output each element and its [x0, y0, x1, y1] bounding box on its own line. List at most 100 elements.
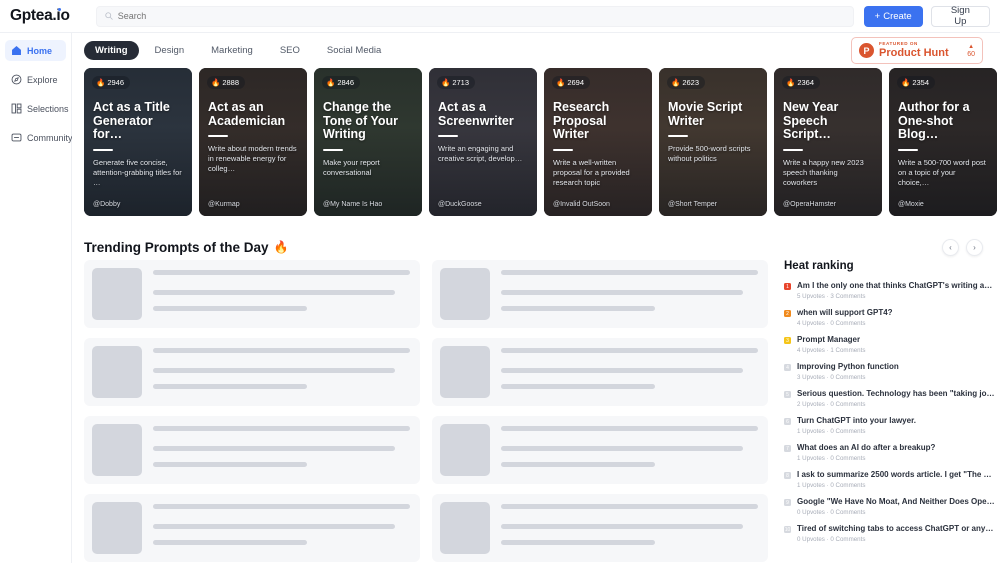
card-author[interactable]: @Dobby — [93, 201, 120, 208]
prompt-card[interactable]: 🔥2888Act as an AcademicianWrite about mo… — [199, 68, 307, 216]
hot-count: 2946 — [107, 78, 124, 87]
heat-item-title: Turn ChatGPT into your lawyer. — [797, 416, 916, 426]
card-author[interactable]: @Moxie — [898, 201, 924, 208]
card-description: Make your report conversational — [323, 158, 413, 178]
skeleton-lines — [501, 268, 758, 311]
heat-ranking-item[interactable]: 4Improving Python function3 Upvotes · 0 … — [784, 362, 995, 381]
heat-item-meta: 1 Upvotes · 0 Comments — [797, 428, 916, 435]
create-button[interactable]: + Create — [864, 6, 923, 27]
card-title: New Year Speech Script… — [783, 101, 873, 142]
heat-ranking-item[interactable]: 1Am I the only one that thinks ChatGPT's… — [784, 281, 995, 300]
skeleton-thumbnail — [92, 268, 142, 320]
heat-ranking-item[interactable]: 2when will support GPT4?4 Upvotes · 0 Co… — [784, 308, 995, 327]
tab-writing[interactable]: Writing — [84, 41, 139, 60]
hot-count-badge: 🔥2888 — [207, 76, 245, 89]
skeleton-lines — [501, 346, 758, 389]
tab-social-media[interactable]: Social Media — [316, 41, 392, 60]
heat-item-text: Tired of switching tabs to access ChatGP… — [797, 524, 995, 543]
brand-logo[interactable]: Gptea.io — [10, 7, 83, 25]
product-hunt-icon: P — [859, 43, 874, 58]
hot-count: 2694 — [567, 78, 584, 87]
heat-item-text: Improving Python function3 Upvotes · 0 C… — [797, 362, 899, 381]
heat-ranking-item[interactable]: 8I ask to summarize 2500 words article. … — [784, 470, 995, 489]
skeleton-thumbnail — [92, 346, 142, 398]
search-bar[interactable] — [96, 6, 854, 27]
hot-count: 2888 — [222, 78, 239, 87]
heat-item-title: when will support GPT4? — [797, 308, 893, 318]
heat-ranking-item[interactable]: 6Turn ChatGPT into your lawyer.1 Upvotes… — [784, 416, 995, 435]
skeleton-thumbnail — [92, 502, 142, 554]
product-hunt-name: Product Hunt — [879, 48, 949, 59]
skeleton-lines — [153, 424, 410, 467]
prompt-card[interactable]: 🔥2354Author for a One-shot Blog…Write a … — [889, 68, 997, 216]
chevron-right-icon[interactable]: › — [966, 239, 983, 256]
fire-icon: 🔥 — [274, 240, 289, 254]
card-divider — [93, 149, 113, 151]
card-title: Movie Script Writer — [668, 101, 758, 128]
content-area: Heat ranking 1Am I the only one that thi… — [72, 260, 1000, 562]
signup-button[interactable]: Sign Up — [931, 6, 990, 27]
card-description: Write a well-written proposal for a prov… — [553, 158, 643, 188]
skeleton-line — [501, 384, 655, 389]
card-author[interactable]: @Short Temper — [668, 201, 717, 208]
card-author[interactable]: @Invalid OutSoon — [553, 201, 610, 208]
tab-seo[interactable]: SEO — [269, 41, 311, 60]
chevron-left-icon[interactable]: ‹ — [942, 239, 959, 256]
heat-item-title: I ask to summarize 2500 words article. I… — [797, 470, 995, 480]
sidebar-item-selections[interactable]: Selections — [5, 98, 66, 119]
hot-count-badge: 🔥2694 — [552, 76, 590, 89]
card-body: Act as a Title Generator for…Generate fi… — [93, 101, 183, 188]
skeleton-lines — [501, 424, 758, 467]
sidebar-item-community[interactable]: Community — [5, 127, 66, 148]
heat-ranking-item[interactable]: 10Tired of switching tabs to access Chat… — [784, 524, 995, 543]
sidebar-item-home[interactable]: Home — [5, 40, 66, 61]
sidebar-item-label: Community — [27, 133, 73, 143]
skeleton-line — [501, 368, 743, 373]
sidebar-item-explore[interactable]: Explore — [5, 69, 66, 90]
skeleton-list-item — [84, 260, 420, 328]
skeleton-list-item — [432, 260, 768, 328]
card-author[interactable]: @My Name Is Hao — [323, 201, 382, 208]
card-author[interactable]: @DuckGoose — [438, 201, 482, 208]
featured-prompt-carousel[interactable]: 🔥 2946 Act as a Title Generator for…Genera… — [72, 68, 1000, 216]
skeleton-line — [153, 540, 307, 545]
sidebar-item-label: Selections — [27, 104, 69, 114]
hot-count: 2713 — [452, 78, 469, 87]
tab-design[interactable]: Design — [144, 41, 196, 60]
card-divider — [553, 149, 573, 151]
prompt-card[interactable]: 🔥2623 Movie Script Writer Provide 500-word… — [659, 68, 767, 216]
product-hunt-badge[interactable]: P FEATURED ON Product Hunt ▲ 60 — [851, 37, 983, 64]
heat-item-title: Prompt Manager — [797, 335, 865, 345]
prompt-card[interactable]: 🔥2713Act as a ScreenwriterWrite an engag… — [429, 68, 537, 216]
prompt-card[interactable]: 🔥2946Act as a Title Generator for…Genera… — [84, 68, 192, 216]
heat-ranking-item[interactable]: 3Prompt Manager4 Upvotes · 1 Comments — [784, 335, 995, 354]
search-icon — [105, 12, 113, 20]
heat-ranking-item[interactable]: 7What does an AI do after a breakup?1 Up… — [784, 443, 995, 462]
heat-item-meta: 4 Upvotes · 1 Comments — [797, 347, 865, 354]
card-body: Act as a ScreenwriterWrite an engaging a… — [438, 101, 528, 164]
signup-label: Sign Up — [944, 5, 977, 27]
sidebar-item-label: Home — [27, 46, 52, 56]
card-title: Act as a Title Generator for… — [93, 101, 183, 142]
card-author[interactable]: @Kurmap — [208, 201, 240, 208]
flame-icon: 🔥 — [786, 78, 795, 87]
card-description: Provide 500-word scripts without politic… — [668, 144, 758, 164]
card-divider — [898, 149, 918, 151]
prompt-card[interactable]: 🔥2694Research Proposal WriterWrite a wel… — [544, 68, 652, 216]
hot-count-badge: 🔥2623 — [667, 76, 705, 89]
skeleton-list-item — [432, 494, 768, 562]
card-author[interactable]: @OperaHamster — [783, 201, 836, 208]
rank-badge: 2 — [784, 310, 791, 317]
tab-marketing[interactable]: Marketing — [200, 41, 264, 60]
heat-ranking-item[interactable]: 5Serious question. Technology has been "… — [784, 389, 995, 408]
search-input[interactable] — [118, 11, 845, 21]
card-body: Movie Script Writer Provide 500-word scri… — [668, 101, 758, 164]
heat-ranking-item[interactable]: 9Google "We Have No Moat, And Neither Do… — [784, 497, 995, 516]
prompt-card[interactable]: 🔥2364New Year Speech Script…Write a happ… — [774, 68, 882, 216]
skeleton-thumbnail — [440, 502, 490, 554]
skeleton-lines — [153, 268, 410, 311]
hot-count-badge: 🔥2846 — [322, 76, 360, 89]
heat-item-title: Am I the only one that thinks ChatGPT's … — [797, 281, 995, 291]
prompt-card[interactable]: 🔥2846Change the Tone of Your WritingMake… — [314, 68, 422, 216]
flame-icon: 🔥 — [326, 78, 335, 87]
